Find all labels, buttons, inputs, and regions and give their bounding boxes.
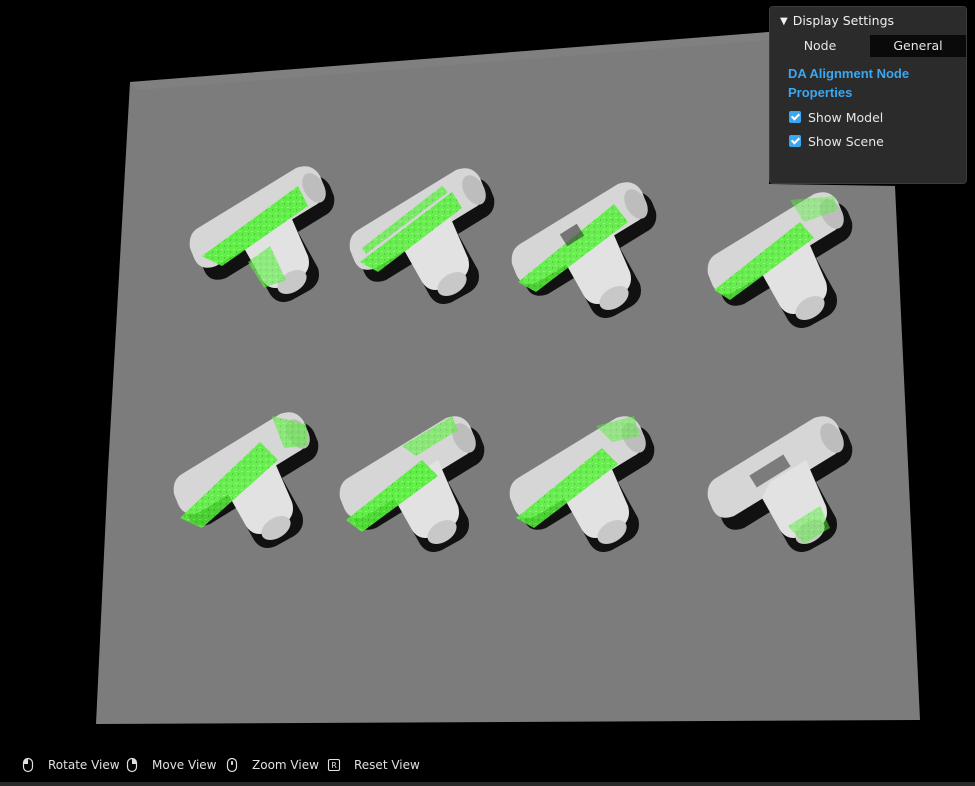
panel-title: Display Settings: [792, 13, 895, 28]
tab-general[interactable]: General: [870, 35, 966, 57]
mouse-right-icon: [126, 757, 138, 773]
3d-viewport[interactable]: ▼ Display Settings Node General DA Alignm…: [0, 0, 975, 786]
rotate-view-hint: Rotate View: [20, 757, 120, 773]
mouse-wheel-icon: [226, 757, 238, 773]
checkbox-checked-icon[interactable]: [789, 135, 801, 147]
bottom-border: [0, 782, 975, 786]
panel-header[interactable]: ▼ Display Settings: [780, 13, 894, 28]
move-view-label: Move View: [152, 758, 217, 772]
collapse-triangle-icon[interactable]: ▼: [780, 16, 788, 27]
move-view-hint: Move View: [124, 757, 216, 773]
settings-tabs: Node General: [770, 35, 966, 57]
checkbox-checked-icon[interactable]: [789, 111, 801, 123]
r-key-icon: R: [327, 758, 341, 772]
reset-view-label: Reset View: [354, 758, 420, 772]
properties-title: DA Alignment Node Properties: [788, 66, 910, 100]
tab-node[interactable]: Node: [770, 35, 870, 57]
display-settings-panel: ▼ Display Settings Node General DA Alignm…: [769, 6, 967, 184]
show-model-checkbox[interactable]: Show Model: [789, 108, 883, 126]
zoom-view-hint: Zoom View: [224, 757, 319, 773]
rotate-view-label: Rotate View: [48, 758, 120, 772]
view-controls-bar: Rotate View Move View Zoom View R Reset …: [0, 748, 975, 782]
reset-view-hint: R Reset View: [326, 757, 420, 773]
svg-text:R: R: [331, 761, 337, 770]
mouse-left-icon: [22, 757, 34, 773]
zoom-view-label: Zoom View: [252, 758, 319, 772]
show-model-label: Show Model: [808, 109, 884, 125]
show-scene-label: Show Scene: [808, 133, 884, 149]
show-scene-checkbox[interactable]: Show Scene: [789, 132, 884, 150]
